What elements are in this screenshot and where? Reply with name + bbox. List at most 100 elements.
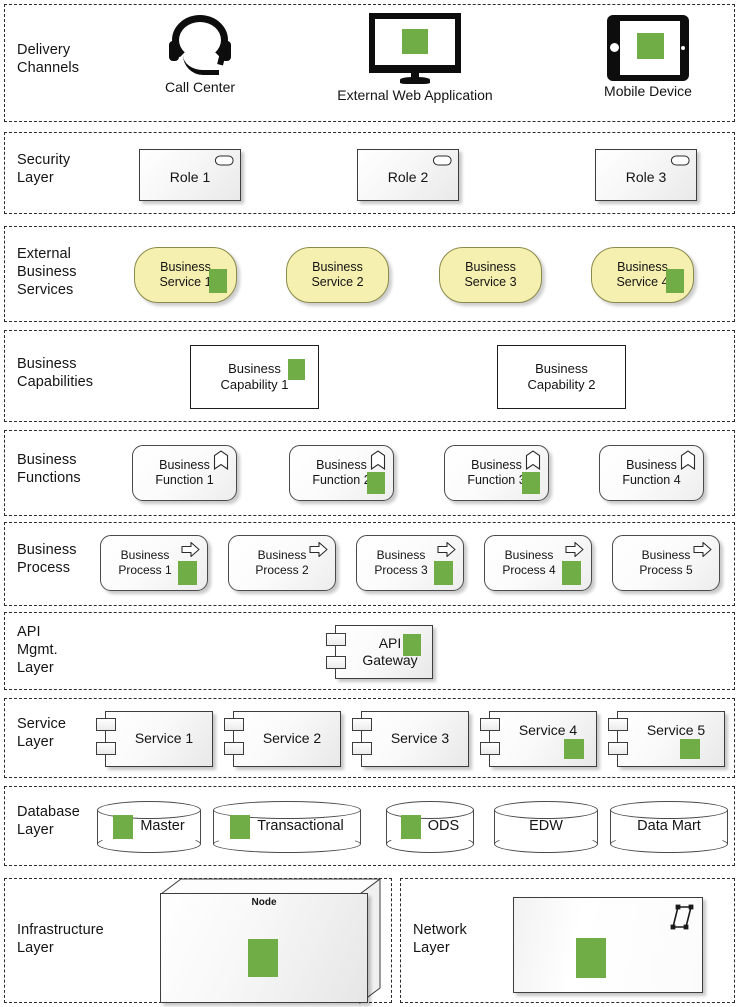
channel-mobile-device[interactable]: Mobile Device: [583, 15, 713, 99]
api-gateway-component[interactable]: API Gateway: [326, 625, 433, 679]
channel-call-center[interactable]: Call Center: [140, 15, 260, 95]
business-process-label: Business Process 2: [255, 548, 309, 577]
service-component-2[interactable]: Service 2: [224, 711, 341, 767]
business-function-3[interactable]: Business Function 3: [444, 445, 549, 501]
business-service-2[interactable]: Business Service 2: [286, 247, 389, 303]
service-component-4[interactable]: Service 4: [480, 711, 597, 767]
business-process-5[interactable]: Business Process 5: [612, 535, 720, 591]
business-service-label: Business Service 2: [311, 259, 364, 289]
business-function-label: Business Function 1: [155, 457, 214, 487]
role-box-2[interactable]: Role 2: [357, 149, 459, 201]
business-capability-1[interactable]: Business Capability 1: [190, 345, 319, 409]
layer-delivery-channels: Delivery Channels Call Center External W…: [4, 4, 735, 122]
business-function-4[interactable]: Business Function 4: [599, 445, 704, 501]
infrastructure-node[interactable]: Node: [160, 877, 385, 1005]
status-indicator-green: [288, 359, 305, 380]
business-function-label: Business Function 2: [312, 457, 370, 487]
network-icon: [670, 904, 694, 930]
business-process-label: Business Process 5: [639, 548, 693, 577]
database-ods[interactable]: ODS: [386, 801, 474, 853]
business-process-icon: [693, 541, 712, 558]
headset-icon: [161, 15, 239, 77]
service-component-1[interactable]: Service 1: [96, 711, 213, 767]
business-capability-2[interactable]: Business Capability 2: [497, 345, 626, 409]
business-process-label: Business Process 4: [502, 548, 556, 577]
role-box-1[interactable]: Role 1: [139, 149, 241, 201]
business-role-icon: [670, 155, 690, 166]
status-indicator-green: [680, 739, 700, 759]
layer-external-business-services: External Business Services Business Serv…: [4, 226, 735, 322]
status-indicator-green: [209, 269, 227, 293]
database-edw[interactable]: EDW: [494, 801, 598, 853]
business-function-1[interactable]: Business Function 1: [132, 445, 237, 501]
component-tab-icon: [96, 742, 116, 755]
status-indicator-green: [248, 939, 278, 977]
channel-label: Call Center: [164, 79, 236, 95]
component-tab-icon: [326, 633, 346, 646]
status-indicator-green: [434, 561, 453, 585]
component-tab-icon: [352, 742, 372, 755]
layer-label-delivery-channels: Delivery Channels: [17, 42, 80, 77]
business-service-label: Business Service 1: [159, 259, 211, 289]
tablet-icon: [607, 15, 689, 81]
service-label: Service 1: [134, 730, 194, 747]
network-node[interactable]: [513, 897, 703, 993]
business-function-icon: [370, 450, 386, 470]
business-service-4[interactable]: Business Service 4: [591, 247, 694, 303]
business-role-icon: [214, 155, 234, 166]
business-process-3[interactable]: Business Process 3: [356, 535, 464, 591]
business-function-icon: [680, 450, 696, 470]
database-label: Transactional: [257, 818, 344, 835]
status-indicator-green: [564, 739, 584, 759]
layer-label-business-capabilities: Business Capabilities: [17, 356, 94, 391]
service-label: Service 2: [262, 730, 322, 747]
component-tab-icon: [352, 718, 372, 731]
layer-infrastructure: Infrastructure Layer Node: [4, 877, 392, 1005]
status-indicator-green: [637, 33, 664, 59]
node-name-label: Node: [251, 897, 277, 908]
desktop-monitor-icon: [369, 13, 461, 85]
layer-api-mgmt: API Mgmt. Layer API Gateway: [4, 612, 735, 690]
channel-label: External Web Application: [337, 87, 493, 103]
database-label: Master: [140, 818, 185, 835]
business-process-label: Business Process 1: [118, 548, 172, 577]
service-label: Service 4: [518, 722, 578, 739]
business-function-2[interactable]: Business Function 2: [289, 445, 394, 501]
business-process-icon: [181, 541, 200, 558]
layer-label-security: Security Layer: [17, 152, 71, 187]
service-component-3[interactable]: Service 3: [352, 711, 469, 767]
business-role-icon: [432, 155, 452, 166]
layer-label-external-business-services: External Business Services: [17, 246, 77, 299]
database-data-mart[interactable]: Data Mart: [610, 801, 728, 853]
role-label: Role 1: [169, 169, 211, 186]
business-service-1[interactable]: Business Service 1: [134, 247, 237, 303]
business-process-icon: [309, 541, 328, 558]
database-transactional[interactable]: Transactional: [213, 801, 361, 853]
layer-label-database: Database Layer: [17, 804, 80, 839]
business-capability-label: Business Capability 1: [220, 361, 289, 392]
database-label: ODS: [427, 818, 460, 835]
business-process-icon: [565, 541, 584, 558]
layer-network: Network Layer: [400, 878, 735, 1003]
service-component-5[interactable]: Service 5: [608, 711, 725, 767]
component-tab-icon: [480, 718, 500, 731]
business-process-4[interactable]: Business Process 4: [484, 535, 592, 591]
status-indicator-green: [178, 561, 197, 585]
business-function-label: Business Function 3: [467, 457, 525, 487]
channel-label: Mobile Device: [604, 83, 692, 99]
business-service-label: Business Service 3: [464, 259, 517, 289]
business-process-icon: [437, 541, 456, 558]
status-indicator-green: [230, 815, 251, 839]
database-label: EDW: [529, 818, 563, 835]
layer-security: Security Layer Role 1 Role 2 Role 3: [4, 132, 735, 214]
business-process-1[interactable]: Business Process 1: [100, 535, 208, 591]
business-service-3[interactable]: Business Service 3: [439, 247, 542, 303]
status-indicator-green: [576, 938, 606, 978]
role-box-3[interactable]: Role 3: [595, 149, 697, 201]
channel-external-web-application[interactable]: External Web Application: [320, 13, 510, 103]
layer-business-process: Business Process Business Process 1 Busi…: [4, 522, 735, 606]
layer-service: Service Layer Service 1 Service 2 Servic…: [4, 698, 735, 778]
layer-business-functions: Business Functions Business Function 1 B…: [4, 430, 735, 516]
database-master[interactable]: Master: [97, 801, 201, 853]
business-process-2[interactable]: Business Process 2: [228, 535, 336, 591]
